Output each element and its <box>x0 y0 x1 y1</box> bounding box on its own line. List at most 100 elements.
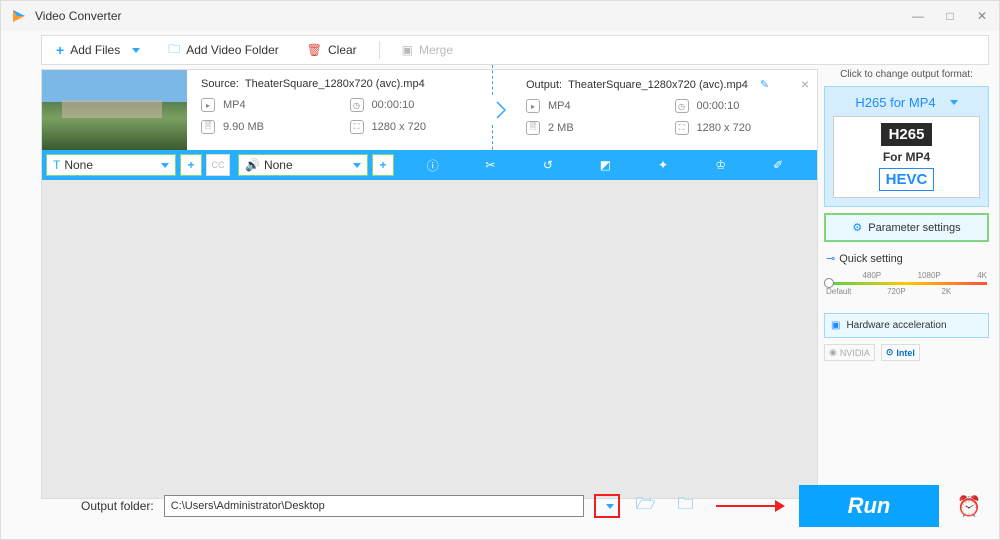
format-icon: ▸ <box>201 98 215 112</box>
slider-tick-default: Default <box>826 287 851 296</box>
slider-tick-720p: 720P <box>887 287 906 296</box>
add-subtitle-button[interactable]: + <box>180 154 202 176</box>
badge-hevc: HEVC <box>879 168 935 191</box>
output-format-select[interactable]: H265 for MP4 H265 For MP4 HEVC <box>824 86 989 207</box>
format-icon: ▸ <box>526 99 540 113</box>
add-files-label: Add Files <box>70 43 120 57</box>
output-size: 2 MB <box>548 122 574 134</box>
window: Video Converter — □ ✕ + Add Files 🗀 Add … <box>0 0 1000 540</box>
badge-container: For MP4 <box>840 150 973 164</box>
output-info: × Output: TheaterSquare_1280x720 (avc).m… <box>512 70 817 150</box>
hardware-acceleration-button[interactable]: ▣ Hardware acceleration <box>824 313 989 338</box>
settings-icon: ⚙ <box>852 221 862 234</box>
bottom-bar: Output folder: C:\Users\Administrator\De… <box>1 485 989 527</box>
output-format: MP4 <box>548 100 571 112</box>
video-thumbnail[interactable] <box>42 70 187 150</box>
source-filename: TheaterSquare_1280x720 (avc).mp4 <box>245 78 425 90</box>
merge-button[interactable]: ▣ Merge <box>388 36 467 64</box>
maximize-button[interactable]: □ <box>943 9 957 23</box>
cc-label: CC <box>212 160 225 170</box>
info-icon[interactable]: ⓘ <box>424 156 442 174</box>
output-label: Output: <box>526 79 562 91</box>
add-files-button[interactable]: + Add Files <box>42 36 154 64</box>
add-folder-label: Add Video Folder <box>186 43 279 57</box>
resolution-icon: ⛶ <box>350 120 364 134</box>
slider-tick-4k: 4K <box>977 271 987 280</box>
slider-handle[interactable] <box>824 278 834 288</box>
app-logo-icon <box>11 8 27 24</box>
merge-label: Merge <box>419 43 453 57</box>
source-size: 9.90 MB <box>223 121 264 133</box>
run-label: Run <box>848 493 891 519</box>
run-button[interactable]: Run <box>799 485 939 527</box>
titlebar: Video Converter — □ ✕ <box>1 1 999 31</box>
slider-tick-1080p: 1080P <box>918 271 941 280</box>
right-panel: Click to change output format: H265 for … <box>824 69 989 499</box>
source-info: Source: TheaterSquare_1280x720 (avc).mp4… <box>187 70 492 150</box>
output-folder-dropdown[interactable] <box>594 494 620 518</box>
caret-down-icon <box>606 504 614 509</box>
output-folder-input[interactable]: C:\Users\Administrator\Desktop <box>164 495 584 517</box>
slider-tick-480p: 480P <box>862 271 881 280</box>
toolbar: + Add Files 🗀 Add Video Folder 🗑 Clear ▣… <box>41 35 989 65</box>
audio-value: None <box>264 158 293 172</box>
app-title: Video Converter <box>35 9 122 23</box>
minimize-button[interactable]: — <box>911 9 925 23</box>
effects-icon[interactable]: ✦ <box>654 156 672 174</box>
quick-setting-label: Quick setting <box>839 253 903 265</box>
param-settings-label: Parameter settings <box>868 222 960 234</box>
slider-icon: ⊸ <box>826 252 835 265</box>
folder-icon: 🗀 <box>168 40 180 61</box>
rotate-icon[interactable]: ↺ <box>539 156 557 174</box>
nvidia-label: NVIDIA <box>840 348 870 358</box>
clock-icon: ◷ <box>675 99 689 113</box>
audio-select[interactable]: 🔊 None <box>238 154 368 176</box>
clock-icon: ◷ <box>350 98 364 112</box>
source-duration: 00:00:10 <box>372 99 415 111</box>
remove-file-button[interactable]: × <box>801 76 809 92</box>
add-audio-button[interactable]: + <box>372 154 394 176</box>
browse-folder-button[interactable]: 🗀 <box>672 493 700 520</box>
open-folder-button[interactable]: 🗁 <box>630 493 662 520</box>
format-title: H265 for MP4 <box>855 95 935 110</box>
output-duration: 00:00:10 <box>697 100 740 112</box>
source-resolution: 1280 x 720 <box>372 121 426 133</box>
annotation-arrow <box>716 505 783 507</box>
gpu-row: ◉NVIDIA ⊙Intel <box>824 344 989 361</box>
resolution-icon: ⛶ <box>675 121 689 135</box>
add-video-folder-button[interactable]: 🗀 Add Video Folder <box>154 36 293 64</box>
convert-arrow-icon <box>492 70 512 150</box>
intel-label: Intel <box>896 348 915 358</box>
edit-icon[interactable]: ✎ <box>760 78 769 91</box>
subtitle-value: None <box>64 158 93 172</box>
format-badge: H265 For MP4 HEVC <box>833 116 980 198</box>
trash-icon: 🗑 <box>307 43 322 57</box>
chip-icon: ▣ <box>831 320 840 331</box>
output-filename: TheaterSquare_1280x720 (avc).mp4 <box>568 79 748 91</box>
caret-down-icon <box>950 100 958 105</box>
hw-accel-label: Hardware acceleration <box>846 320 946 331</box>
cut-icon[interactable]: ✂ <box>481 156 499 174</box>
file-icon: 🗎 <box>526 121 540 135</box>
subtitle-select[interactable]: T None <box>46 154 176 176</box>
merge-icon: ▣ <box>402 43 413 57</box>
caret-down-icon <box>161 163 169 168</box>
close-button[interactable]: ✕ <box>975 9 989 23</box>
plus-icon: + <box>56 42 64 58</box>
toolbar-separator <box>379 41 380 59</box>
crop-icon[interactable]: ◩ <box>596 156 614 174</box>
subtitle-edit-icon[interactable]: ✐ <box>769 156 787 174</box>
clear-button[interactable]: 🗑 Clear <box>293 36 371 64</box>
format-hint-label: Click to change output format: <box>824 69 989 80</box>
schedule-button[interactable]: ⏰ <box>949 485 989 527</box>
intel-badge: ⊙Intel <box>881 344 920 361</box>
file-row[interactable]: Source: TheaterSquare_1280x720 (avc).mp4… <box>42 70 817 150</box>
quality-slider[interactable]: 480P 1080P 4K Default 720P 2K <box>826 271 987 303</box>
source-label: Source: <box>201 78 239 90</box>
watermark-icon[interactable]: ♔ <box>712 156 730 174</box>
cc-button[interactable]: CC <box>206 154 230 176</box>
action-bar: T None + CC 🔊 None + ⓘ ✂ ↺ ◩ ✦ <box>42 150 817 180</box>
slider-tick-2k: 2K <box>941 287 951 296</box>
output-folder-label: Output folder: <box>81 499 154 513</box>
parameter-settings-button[interactable]: ⚙ Parameter settings <box>824 213 989 242</box>
